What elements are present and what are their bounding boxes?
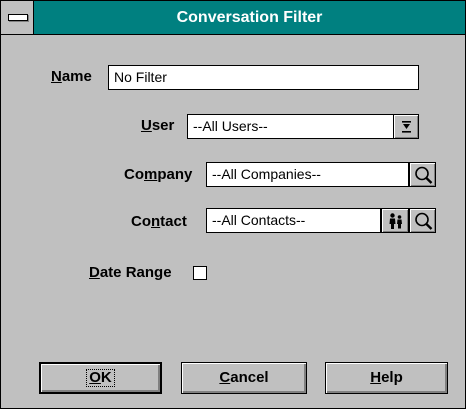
conversation-filter-dialog: Conversation Filter Name No Filter User … <box>0 0 466 409</box>
company-input[interactable]: --All Companies-- <box>206 162 409 187</box>
ok-button-label: OK <box>86 369 115 387</box>
date-range-label: Date Range <box>89 264 172 281</box>
company-label: Company <box>124 166 193 183</box>
user-label: User <box>141 117 175 134</box>
date-range-checkbox[interactable] <box>193 266 207 280</box>
help-button-label: Help <box>370 369 403 386</box>
contact-people-button[interactable] <box>381 208 409 233</box>
ok-button[interactable]: OK <box>39 362 162 394</box>
cancel-button[interactable]: Cancel <box>181 362 307 394</box>
help-button[interactable]: Help <box>325 362 448 394</box>
company-search-button[interactable] <box>409 162 436 187</box>
people-icon <box>389 213 402 229</box>
magnifier-icon <box>415 212 433 230</box>
name-input[interactable]: No Filter <box>108 65 419 90</box>
contact-label: Contact <box>131 213 187 230</box>
name-label: Name <box>51 68 92 85</box>
dropdown-arrow-icon[interactable] <box>393 114 419 139</box>
title-bar: Conversation Filter <box>1 1 465 35</box>
contact-input[interactable]: --All Contacts-- <box>206 208 381 233</box>
user-select[interactable]: --All Users-- <box>187 114 393 139</box>
magnifier-icon <box>415 166 433 184</box>
cancel-button-label: Cancel <box>219 369 269 386</box>
dialog-title: Conversation Filter <box>176 9 323 26</box>
system-menu-icon[interactable] <box>1 1 34 34</box>
contact-search-button[interactable] <box>409 208 436 233</box>
